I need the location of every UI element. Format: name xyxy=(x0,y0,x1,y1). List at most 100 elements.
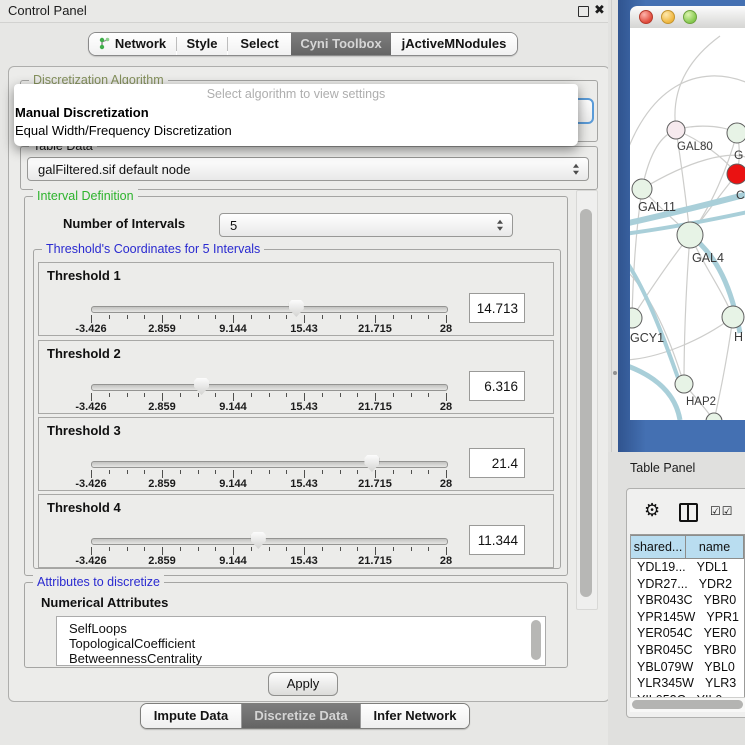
splitter-handle[interactable] xyxy=(613,371,617,375)
table-row[interactable]: YLR345WYLR3 xyxy=(631,675,744,692)
slider-tick xyxy=(446,547,447,555)
slider-track[interactable] xyxy=(91,306,448,313)
cell[interactable]: YDR27... xyxy=(631,576,688,593)
cell[interactable]: YLR3 xyxy=(694,675,744,692)
cell[interactable]: YBR043C xyxy=(631,592,693,609)
list-item[interactable]: SelfLoops xyxy=(57,621,545,636)
threshold-value-field[interactable]: 14.713 xyxy=(469,293,525,323)
table-row[interactable]: YBL079WYBL0 xyxy=(631,659,744,676)
table-hscrollbar-track[interactable] xyxy=(630,697,745,712)
number-of-intervals-combobox[interactable]: 5 xyxy=(219,213,513,237)
column-header-name[interactable]: name xyxy=(686,535,744,559)
cell[interactable]: YBL079W xyxy=(631,659,693,676)
tab-network[interactable]: Network xyxy=(89,33,176,55)
network-edge[interactable] xyxy=(690,235,733,317)
network-edge[interactable] xyxy=(684,235,690,384)
cell[interactable]: YDL1 xyxy=(686,559,744,576)
table-row[interactable]: YPR145WYPR1 xyxy=(631,609,744,626)
slider-track[interactable] xyxy=(91,461,448,468)
cell[interactable]: YLR345W xyxy=(631,675,694,692)
tab-impute-data[interactable]: Impute Data xyxy=(141,704,242,728)
network-graph[interactable]: GAL80GAL11GAL4GCY1HHAP2GC xyxy=(630,28,745,420)
network-edge[interactable] xyxy=(630,76,745,173)
slider-tick xyxy=(393,393,394,397)
cell[interactable]: YPR1 xyxy=(695,609,744,626)
threshold-value-field[interactable]: 11.344 xyxy=(469,525,525,555)
threshold-value-field[interactable]: 21.4 xyxy=(469,448,525,478)
table-row[interactable]: YDL19...YDL1 xyxy=(631,559,744,576)
cell[interactable]: YBR0 xyxy=(693,642,744,659)
table-row[interactable]: YBR043CYBR0 xyxy=(631,592,744,609)
slider-tick-label: -3.426 xyxy=(75,555,106,567)
network-edge[interactable] xyxy=(632,235,690,318)
network-node[interactable] xyxy=(677,222,703,248)
cell[interactable]: YPR145W xyxy=(631,609,695,626)
cell[interactable]: YBR045C xyxy=(631,642,693,659)
list-item[interactable]: BetweennessCentrality xyxy=(57,651,545,666)
slider-track[interactable] xyxy=(91,538,448,545)
slider-tick-label: -3.426 xyxy=(75,478,106,490)
network-node[interactable] xyxy=(667,121,685,139)
tab-select[interactable]: Select xyxy=(228,33,291,55)
float-window-icon[interactable] xyxy=(578,6,589,17)
dropdown-option-manual-discretization[interactable]: Manual Discretization xyxy=(15,105,149,120)
tab-discretize-data[interactable]: Discretize Data xyxy=(242,704,360,728)
table-row[interactable]: YER054CYER0 xyxy=(631,625,744,642)
slider-tick xyxy=(144,547,145,551)
network-node[interactable] xyxy=(630,308,642,328)
threshold-value-field[interactable]: 6.316 xyxy=(469,371,525,401)
slider-tick xyxy=(286,547,287,551)
network-node[interactable] xyxy=(675,375,693,393)
table-row[interactable]: YDR27...YDR2 xyxy=(631,576,744,593)
slider-tick xyxy=(180,470,181,474)
node-table[interactable]: shared... name YDL19...YDL1 YDR27...YDR2… xyxy=(630,534,745,697)
network-node[interactable] xyxy=(727,123,745,143)
network-node[interactable] xyxy=(727,164,745,184)
tab-jactivemnodules[interactable]: jActiveMNodules xyxy=(391,33,517,55)
cell[interactable]: YDR2 xyxy=(688,576,744,593)
numerical-attributes-list[interactable]: SelfLoops TopologicalCoefficient Between… xyxy=(56,616,546,666)
table-hscrollbar-thumb[interactable] xyxy=(632,700,743,709)
slider-tick xyxy=(411,393,412,397)
column-header-shared-name[interactable]: shared... xyxy=(631,535,686,559)
network-edge[interactable] xyxy=(630,364,680,420)
cell[interactable]: YBR0 xyxy=(693,592,744,609)
close-icon[interactable]: ✖ xyxy=(594,2,605,18)
cell[interactable]: YDL19... xyxy=(631,559,686,576)
zoom-traffic-light-icon[interactable] xyxy=(683,10,697,24)
network-node[interactable] xyxy=(632,179,652,199)
slider-tick-label: 2.859 xyxy=(148,401,176,413)
slider-tick xyxy=(286,315,287,319)
table-row[interactable]: YBR045CYBR0 xyxy=(631,642,744,659)
apply-button[interactable]: Apply xyxy=(268,672,338,696)
gear-icon[interactable]: ⚙ xyxy=(644,501,660,519)
network-view-canvas[interactable]: GAL80GAL11GAL4GCY1HHAP2GC xyxy=(630,28,745,420)
tab-style[interactable]: Style xyxy=(177,33,227,55)
dropdown-option-equal-width-frequency[interactable]: Equal Width/Frequency Discretization xyxy=(15,123,232,138)
slider-tick xyxy=(340,470,341,474)
dropdown-placeholder-item[interactable]: Select algorithm to view settings xyxy=(14,87,578,101)
slider-tick xyxy=(428,393,429,397)
settings-scrollbar-thumb[interactable] xyxy=(580,209,592,597)
slider-tick xyxy=(269,315,270,319)
cell[interactable]: YBL0 xyxy=(693,659,744,676)
network-edge[interactable] xyxy=(714,317,733,420)
columns-icon[interactable] xyxy=(679,503,698,522)
network-edge[interactable] xyxy=(675,36,720,130)
attributes-scrollbar-thumb[interactable] xyxy=(531,620,541,660)
network-node[interactable] xyxy=(706,413,722,420)
minimize-traffic-light-icon[interactable] xyxy=(661,10,675,24)
tab-infer-network[interactable]: Infer Network xyxy=(360,704,469,728)
slider-track[interactable] xyxy=(91,384,448,391)
cell[interactable]: YER0 xyxy=(693,625,744,642)
slider-tick xyxy=(411,470,412,474)
list-item[interactable]: TopologicalCoefficient xyxy=(57,636,545,651)
cell[interactable]: YER054C xyxy=(631,625,693,642)
settings-scrollbar-track[interactable] xyxy=(576,190,598,610)
panel-splitter[interactable] xyxy=(608,0,618,452)
checked-checkboxes-icon[interactable]: ☑☑ xyxy=(710,504,734,518)
table-data-combobox[interactable]: galFiltered.sif default node xyxy=(27,157,589,181)
network-node[interactable] xyxy=(722,306,744,328)
close-traffic-light-icon[interactable] xyxy=(639,10,653,24)
tab-cyni-toolbox[interactable]: Cyni Toolbox xyxy=(291,33,391,55)
